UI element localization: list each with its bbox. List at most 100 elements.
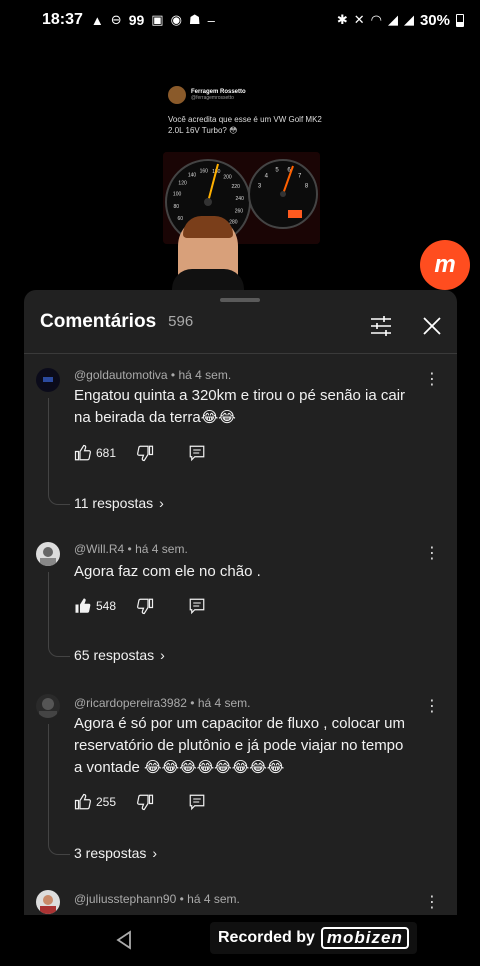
comment-actions: 548 [74,596,206,616]
gauge-tick-label: 200 [223,175,232,181]
watermark-label: Recorded by [218,929,315,946]
dash-icon: – [207,12,215,28]
view-replies-button[interactable]: 11 respostas › [74,495,164,511]
gauge-tick-label: 100 [173,192,182,198]
embedded-tweet: Ferragem Rossetto @ferragemrossetto Você… [160,86,325,136]
like-button[interactable]: 548 [74,597,136,615]
watermark-brand: mobizen [320,927,409,949]
comment-time: há 4 sem. [197,696,251,710]
wifi-icon: ◠ [370,12,382,27]
replies-count: 3 respostas [74,845,147,861]
thumbs-up-icon [74,793,91,810]
thumbs-up-icon [74,444,91,461]
more-options-icon[interactable]: ⋮ [422,697,442,717]
close-icon[interactable] [420,314,444,338]
reply-icon [189,598,205,615]
status-system-icons: ✱ ✕ ◠ ◢ ◢ 30% [337,12,464,29]
reply-button[interactable] [188,793,206,811]
more-options-icon[interactable]: ⋮ [422,544,442,564]
comment-author[interactable]: @ricardopereira3982 [74,696,187,710]
gauge-tick-label: 160 [200,168,209,174]
reply-button[interactable] [188,597,206,615]
recording-watermark: Recorded by mobizen [210,922,417,954]
status-time: 18:37 [42,11,83,28]
avatar[interactable] [36,542,60,566]
gallery-icon: ▣ [151,12,164,27]
tweet-handle: @ferragemrossetto [191,95,234,101]
like-count: 681 [96,446,117,460]
thumbs-up-filled-icon [75,598,91,613]
replies-count: 65 respostas [74,647,155,663]
view-replies-button[interactable]: 3 respostas › [74,845,157,861]
reply-button[interactable] [188,444,206,462]
comment-author[interactable]: @goldautomotiva [74,368,168,382]
comments-count: 596 [168,313,194,330]
reply-icon [189,794,205,811]
avatar[interactable] [36,368,60,392]
bluetooth-icon: ✱ [336,12,348,27]
dislike-button[interactable] [136,444,154,462]
tweet-text: Você acredita que esse é um VW Golf MK2 … [168,115,322,135]
status-notification-icons: ▲ ⊖ 99 ▣ ◉ ☗ – [91,12,215,28]
comment-text: Agora é só por um capacitor de fluxo , c… [74,715,405,776]
sync-icon: ⊖ [110,12,122,27]
more-options-icon[interactable]: ⋮ [422,370,442,390]
warning-icon: ▲ [90,12,104,28]
comment-author[interactable]: @juliusstephann90 [74,892,176,906]
battery-percent: 30% [419,11,450,29]
thumbs-down-icon [137,794,154,811]
gauge-tick-label: 80 [174,204,180,210]
comment-actions: 255 [74,792,206,812]
gear-display [288,210,302,218]
chevron-right-icon: › [159,495,164,511]
comment-time: há 4 sem. [178,368,232,382]
comments-title: Comentários [40,310,157,332]
notification-count: 99 [128,12,145,28]
robot-icon: ☗ [188,12,201,27]
replies-count: 11 respostas [74,495,154,511]
like-count: 255 [96,795,117,809]
presenter-image [172,216,244,291]
back-icon[interactable] [114,929,136,951]
video-preview[interactable]: Ferragem Rossetto @ferragemrossetto Você… [160,86,325,291]
thread-line [48,724,70,855]
mobizen-floating-button[interactable]: m [420,240,470,290]
gauge-tick-label: 140 [188,172,197,178]
mute-icon: ✕ [353,12,365,27]
thread-line [48,398,70,505]
thumbs-down-icon [137,598,154,615]
comment-meta: @juliusstephann90 • há 4 sem. [74,892,240,906]
comment-meta: @Will.R4 • há 4 sem. [74,542,188,556]
thread-line [48,572,70,657]
comment-time: há 4 sem. [187,892,240,906]
view-replies-button[interactable]: 65 respostas › [74,647,165,663]
status-bar: 18:37 ▲ ⊖ 99 ▣ ◉ ☗ – ✱ ✕ ◠ ◢ ◢ 30% [0,0,480,40]
comment-time: há 4 sem. [135,542,188,556]
tweet-avatar [168,86,186,104]
chevron-right-icon: › [160,647,165,663]
avatar[interactable] [36,890,60,914]
signal-2-icon: ◢ [403,12,414,27]
gauge-tick-label: 220 [232,184,241,190]
comment-meta: @goldautomotiva • há 4 sem. [74,368,232,382]
more-options-icon[interactable]: ⋮ [422,893,442,913]
tweet-header: Ferragem Rossetto @ferragemrossetto [168,86,325,104]
gauge-tick-label: 120 [178,181,187,187]
chevron-right-icon: › [152,845,158,861]
thumbs-down-icon [137,445,154,462]
comment-text: Agora faz com ele no chão . [74,563,261,580]
like-button[interactable]: 255 [74,793,136,811]
comment-author[interactable]: @Will.R4 [74,542,124,556]
comments-sheet: Comentários 596 @goldautomotiva • há 4 s… [24,290,457,966]
gauge-tick-label: 260 [235,208,244,214]
gauge-tick-label: 240 [236,196,245,202]
dislike-button[interactable] [136,597,154,615]
comments-header: Comentários 596 [24,290,457,354]
like-button[interactable]: 681 [74,444,136,462]
filter-icon[interactable] [369,314,393,338]
gauge-tick-label: 60 [178,216,184,222]
dislike-button[interactable] [136,793,154,811]
reply-icon [189,445,205,462]
avatar[interactable] [36,694,60,718]
battery-icon [456,13,464,27]
